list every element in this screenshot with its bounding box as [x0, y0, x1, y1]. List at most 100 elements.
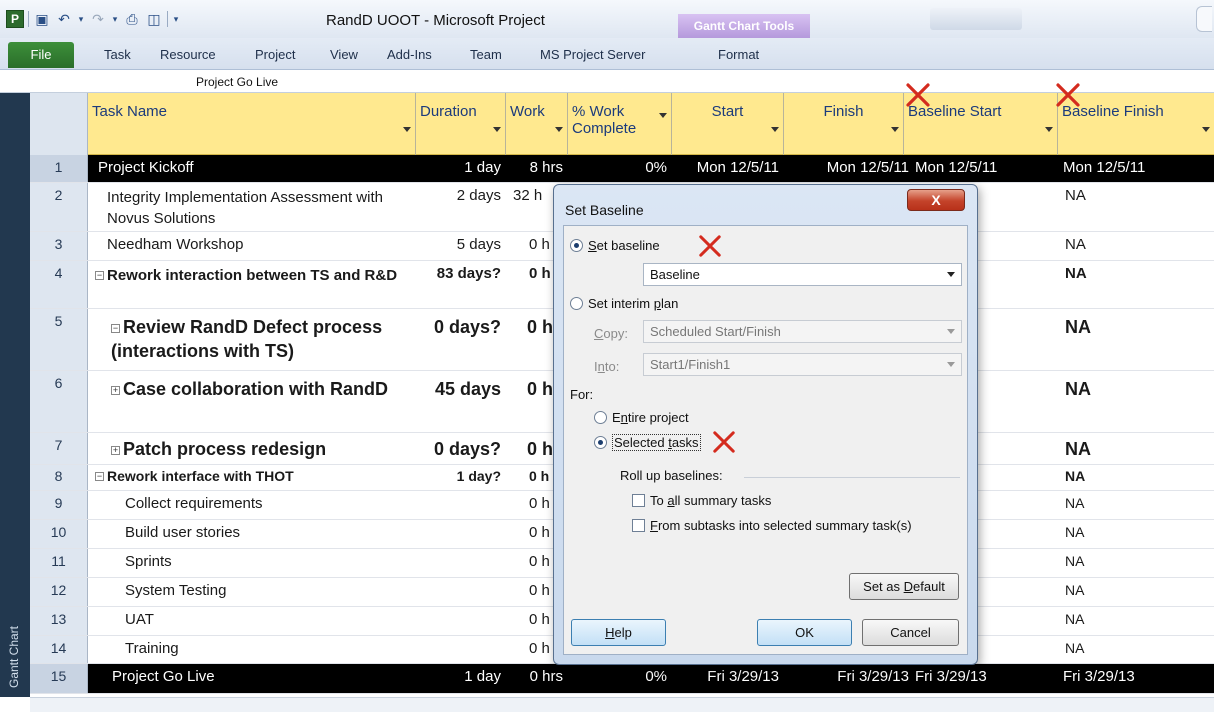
row-number[interactable]: 4: [30, 261, 88, 308]
chevron-down-icon[interactable]: [947, 272, 955, 277]
duration-cell[interactable]: 0 days?: [416, 309, 506, 370]
app-logo-icon[interactable]: P: [6, 10, 24, 28]
save-icon[interactable]: ▣: [33, 11, 51, 27]
set-interim-plan-radio[interactable]: Set interim plan: [570, 296, 678, 311]
undo-dropdown-icon[interactable]: ▾: [77, 11, 85, 27]
task-name-cell[interactable]: Integrity Implementation Assessment with…: [102, 183, 418, 231]
baseline-finish-cell[interactable]: NA: [1060, 371, 1214, 432]
task-name-cell[interactable]: Build user stories: [120, 520, 416, 548]
baseline-finish-cell[interactable]: NA: [1060, 491, 1214, 519]
row-number[interactable]: 10: [30, 520, 88, 548]
row-number[interactable]: 11: [30, 549, 88, 577]
chevron-down-icon[interactable]: [947, 362, 955, 367]
row-number[interactable]: 7: [30, 433, 88, 464]
baseline-finish-cell[interactable]: Mon 12/5/11: [1058, 155, 1214, 182]
expand-icon[interactable]: +: [111, 446, 120, 455]
row-number[interactable]: 1: [30, 155, 88, 182]
duration-cell[interactable]: 1 day: [416, 155, 506, 182]
select-all-corner[interactable]: [30, 93, 88, 155]
row-number[interactable]: 9: [30, 491, 88, 519]
duration-cell[interactable]: 0 days?: [416, 433, 506, 464]
baseline-finish-cell[interactable]: Fri 3/29/13: [1058, 664, 1214, 693]
dialog-close-button[interactable]: X: [907, 189, 965, 211]
pct-work-cell[interactable]: 0%: [568, 664, 672, 693]
baseline-start-cell[interactable]: Mon 12/5/11: [910, 155, 1058, 182]
row-number[interactable]: 14: [30, 636, 88, 663]
start-cell[interactable]: Mon 12/5/11: [672, 155, 784, 182]
baseline-select[interactable]: Baseline: [643, 263, 962, 286]
pct-work-cell[interactable]: 0%: [568, 155, 672, 182]
filter-dropdown-icon[interactable]: [771, 127, 779, 132]
collapse-icon[interactable]: −: [111, 324, 120, 333]
row-number[interactable]: 15: [30, 664, 88, 693]
radio-selected-icon[interactable]: [594, 436, 607, 449]
row-number[interactable]: 2: [30, 183, 88, 231]
duration-cell[interactable]: 5 days: [416, 232, 506, 260]
column-header-pct-work-complete[interactable]: % Work Complete: [568, 93, 672, 155]
work-cell[interactable]: 0 hrs: [506, 664, 568, 693]
duration-cell[interactable]: 1 day?: [416, 465, 506, 490]
tab-ms-project-server[interactable]: MS Project Server: [540, 47, 645, 62]
checkbox-unchecked-icon[interactable]: [632, 494, 645, 507]
radio-selected-icon[interactable]: [570, 239, 583, 252]
tab-team[interactable]: Team: [470, 47, 502, 62]
row-number[interactable]: 13: [30, 607, 88, 635]
radio-unselected-icon[interactable]: [594, 411, 607, 424]
cancel-button[interactable]: Cancel: [862, 619, 959, 646]
filter-dropdown-icon[interactable]: [659, 113, 667, 118]
baseline-finish-cell[interactable]: NA: [1060, 261, 1214, 308]
column-header-task-name[interactable]: Task Name: [88, 93, 416, 155]
baseline-finish-cell[interactable]: NA: [1060, 636, 1214, 663]
help-button[interactable]: Help: [571, 619, 666, 646]
redo-icon[interactable]: ↷: [89, 11, 107, 27]
radio-unselected-icon[interactable]: [570, 297, 583, 310]
task-name-cell[interactable]: Sprints: [120, 549, 416, 577]
baseline-finish-cell[interactable]: NA: [1060, 578, 1214, 606]
task-name-cell[interactable]: − Review RandD Defect process (interactio…: [106, 309, 418, 370]
customize-toolbar-icon[interactable]: ▾: [172, 11, 180, 27]
collapse-icon[interactable]: −: [95, 472, 104, 481]
duration-cell[interactable]: 1 day: [416, 664, 506, 693]
task-name-cell[interactable]: − Rework interface with THOT: [90, 465, 416, 490]
task-name-cell[interactable]: + Case collaboration with RandD: [106, 371, 418, 432]
print-preview-icon[interactable]: ◫: [145, 11, 163, 27]
row-number[interactable]: 12: [30, 578, 88, 606]
column-header-start[interactable]: Start: [672, 93, 784, 155]
tab-task[interactable]: Task: [104, 47, 131, 62]
expand-icon[interactable]: +: [111, 386, 120, 395]
duration-cell[interactable]: 2 days: [416, 183, 506, 231]
print-icon[interactable]: ⎙: [123, 11, 141, 27]
filter-dropdown-icon[interactable]: [891, 127, 899, 132]
tab-project[interactable]: Project: [255, 47, 295, 62]
baseline-finish-cell[interactable]: NA: [1060, 309, 1214, 370]
chevron-down-icon[interactable]: [947, 329, 955, 334]
horizontal-scrollbar[interactable]: [30, 697, 1214, 712]
baseline-finish-cell[interactable]: NA: [1060, 520, 1214, 548]
filter-dropdown-icon[interactable]: [493, 127, 501, 132]
start-cell[interactable]: Fri 3/29/13: [672, 664, 784, 693]
column-header-work[interactable]: Work: [506, 93, 568, 155]
finish-cell[interactable]: Fri 3/29/13: [784, 664, 914, 693]
baseline-finish-cell[interactable]: NA: [1060, 183, 1214, 231]
table-row[interactable]: 1 Project Kickoff 1 day 8 hrs 0% Mon 12/…: [30, 155, 1214, 183]
task-name-cell[interactable]: System Testing: [120, 578, 416, 606]
column-header-finish[interactable]: Finish: [784, 93, 904, 155]
task-name-cell[interactable]: + Patch process redesign: [106, 433, 418, 464]
table-row[interactable]: 15 Project Go Live 1 day 0 hrs 0% Fri 3/…: [30, 664, 1214, 694]
rollup-to-all-summary-checkbox[interactable]: To all summary tasks: [632, 493, 771, 508]
tab-view[interactable]: View: [330, 47, 358, 62]
duration-cell[interactable]: 45 days: [416, 371, 506, 432]
ok-button[interactable]: OK: [757, 619, 852, 646]
filter-dropdown-icon[interactable]: [1045, 127, 1053, 132]
task-name-cell[interactable]: Project Kickoff: [93, 155, 413, 182]
rollup-from-subtasks-checkbox[interactable]: From subtasks into selected summary task…: [632, 518, 912, 533]
filter-dropdown-icon[interactable]: [403, 127, 411, 132]
row-number[interactable]: 8: [30, 465, 88, 490]
filter-dropdown-icon[interactable]: [555, 127, 563, 132]
collapse-icon[interactable]: −: [95, 271, 104, 280]
column-header-duration[interactable]: Duration: [416, 93, 506, 155]
baseline-finish-cell[interactable]: NA: [1060, 232, 1214, 260]
column-header-baseline-finish[interactable]: Baseline Finish: [1058, 93, 1214, 155]
baseline-finish-cell[interactable]: NA: [1060, 607, 1214, 635]
tab-resource[interactable]: Resource: [160, 47, 216, 62]
